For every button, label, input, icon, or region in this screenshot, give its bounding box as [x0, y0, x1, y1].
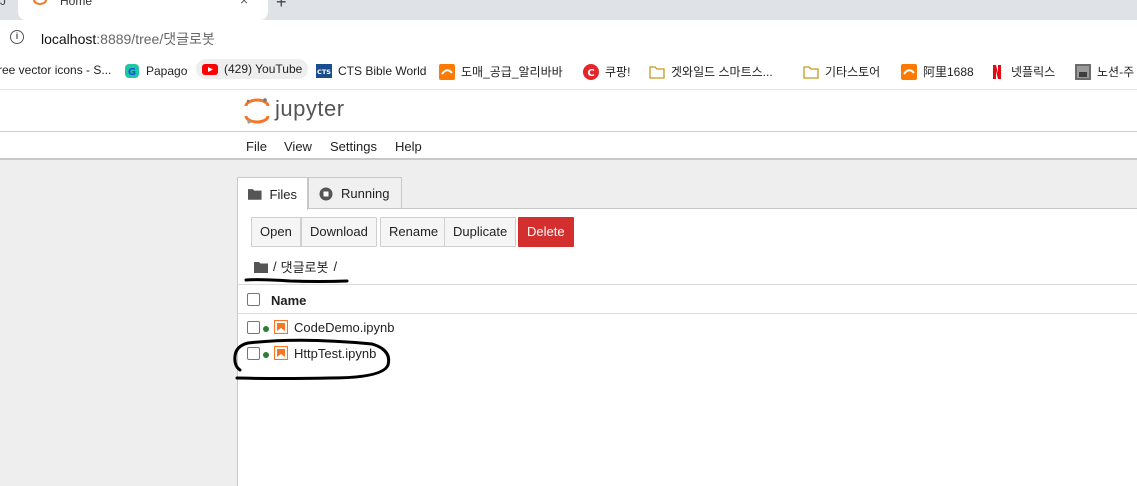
- alibaba-icon: [439, 63, 455, 80]
- bookmark-label: ree vector icons - S...: [0, 63, 112, 77]
- folder-icon: [248, 189, 262, 200]
- cts-icon: CTS: [316, 64, 332, 78]
- url-path: :8889/tree/댓글로봇: [96, 31, 215, 47]
- running-indicator-icon: [263, 352, 269, 358]
- breadcrumb-folder[interactable]: 댓글로봇: [281, 257, 329, 276]
- tab-files-label: Files: [269, 186, 297, 202]
- browser-tab-title: Home: [60, 0, 93, 8]
- file-list-header: Name: [238, 284, 1137, 314]
- bookmark-netflix[interactable]: 넷플릭스: [989, 63, 1055, 80]
- svg-text:CTS: CTS: [317, 68, 331, 76]
- file-name[interactable]: CodeDemo.ipynb: [294, 320, 394, 335]
- browser-tab-partial[interactable]: J: [0, 0, 14, 14]
- tab-running[interactable]: Running: [308, 177, 402, 209]
- notebook-icon: [274, 346, 288, 360]
- browser-tab-strip: J Home × +: [0, 0, 1137, 20]
- netflix-icon: [993, 64, 1001, 79]
- jupyter-wordmark: jupyter: [275, 96, 345, 121]
- select-all-checkbox[interactable]: [247, 293, 260, 306]
- papago-icon: G: [125, 64, 139, 78]
- bookmark-label: CTS Bible World: [338, 64, 427, 78]
- bookmark-label: Papago: [146, 64, 188, 78]
- bookmark-label: 도매_공급_알리바바: [461, 65, 563, 79]
- notion-icon: [1075, 63, 1091, 80]
- table-row[interactable]: HttpTest.ipynb: [238, 341, 1137, 367]
- menu-view[interactable]: View: [284, 139, 312, 154]
- rename-button[interactable]: Rename: [380, 217, 448, 247]
- coupang-icon: C: [583, 63, 599, 80]
- column-name[interactable]: Name: [271, 293, 306, 308]
- tab-close-icon[interactable]: ×: [240, 0, 248, 8]
- breadcrumb: / 댓글로봇 /: [254, 257, 337, 276]
- youtube-icon: [202, 64, 218, 75]
- bookmark-vector-icons[interactable]: ree vector icons - S...: [0, 63, 111, 77]
- folder-icon[interactable]: [254, 261, 268, 273]
- bookmark-1688[interactable]: 阿里1688: [901, 63, 974, 80]
- file-browser-panel: Open Download Rename Duplicate Delete / …: [237, 208, 1137, 486]
- breadcrumb-separator: /: [333, 259, 338, 274]
- alibaba-icon: [901, 63, 917, 80]
- bookmark-cts[interactable]: CTS CTS Bible World: [316, 63, 426, 79]
- url-field[interactable]: localhost:8889/tree/댓글로봇: [41, 29, 215, 49]
- url-host: localhost: [41, 31, 97, 47]
- breadcrumb-separator: /: [273, 259, 277, 274]
- tab-running-label: Running: [341, 186, 390, 201]
- bookmark-label: 노션-주: [1097, 65, 1135, 79]
- bookmark-notion[interactable]: 노션-주: [1075, 63, 1134, 80]
- bookmark-alibaba[interactable]: 도매_공급_알리바바: [439, 63, 563, 80]
- file-name[interactable]: HttpTest.ipynb: [294, 346, 376, 361]
- bookmark-label: (429) YouTube: [224, 62, 303, 76]
- jupyter-favicon-icon: [33, 0, 47, 5]
- download-button[interactable]: Download: [301, 217, 377, 247]
- jupyter-header: jupyter: [0, 90, 1137, 132]
- bookmark-coupang[interactable]: C 쿠팡!: [583, 63, 630, 80]
- duplicate-button[interactable]: Duplicate: [444, 217, 517, 247]
- bookmark-label: 넷플릭스: [1011, 65, 1056, 79]
- bookmark-label: 쿠팡!: [605, 65, 631, 79]
- bookmark-folder-etc[interactable]: 기타스토어: [803, 63, 880, 80]
- new-tab-icon[interactable]: +: [276, 0, 287, 13]
- notebook-icon: [274, 320, 288, 334]
- folder-icon: [649, 65, 665, 79]
- menu-help[interactable]: Help: [395, 139, 422, 154]
- bookmark-label: 阿里1688: [923, 65, 974, 79]
- bookmark-label: 기타스토어: [825, 65, 881, 79]
- svg-text:C: C: [587, 68, 594, 79]
- row-checkbox[interactable]: [247, 347, 260, 360]
- open-button[interactable]: Open: [251, 217, 301, 247]
- running-indicator-icon: [263, 326, 269, 332]
- row-checkbox[interactable]: [247, 321, 260, 334]
- menu-file[interactable]: File: [246, 139, 267, 154]
- bookmarks-bar: ree vector icons - S... G Papago (429) Y…: [0, 54, 1137, 90]
- jupyter-logo-icon[interactable]: [244, 97, 270, 125]
- tab-files[interactable]: Files: [237, 177, 308, 210]
- bookmark-folder-getwild[interactable]: 겟와일드 스마트스...: [649, 63, 773, 80]
- address-bar: i localhost:8889/tree/댓글로봇: [0, 20, 1137, 54]
- browser-tab-home[interactable]: Home ×: [18, 0, 268, 20]
- site-info-icon[interactable]: i: [10, 30, 24, 44]
- svg-text:G: G: [128, 67, 136, 78]
- bookmark-label: 겟와일드 스마트스...: [671, 65, 773, 79]
- bookmark-youtube[interactable]: (429) YouTube: [196, 59, 309, 79]
- table-row[interactable]: CodeDemo.ipynb: [238, 315, 1137, 341]
- stop-circle-icon: [319, 187, 333, 200]
- bookmark-papago[interactable]: G Papago: [124, 63, 187, 79]
- delete-button[interactable]: Delete: [518, 217, 574, 247]
- menu-settings[interactable]: Settings: [330, 139, 377, 154]
- menu-bar: File View Settings Help: [0, 132, 1137, 160]
- browser-tab-partial-label: J: [0, 0, 6, 8]
- folder-icon: [803, 65, 819, 79]
